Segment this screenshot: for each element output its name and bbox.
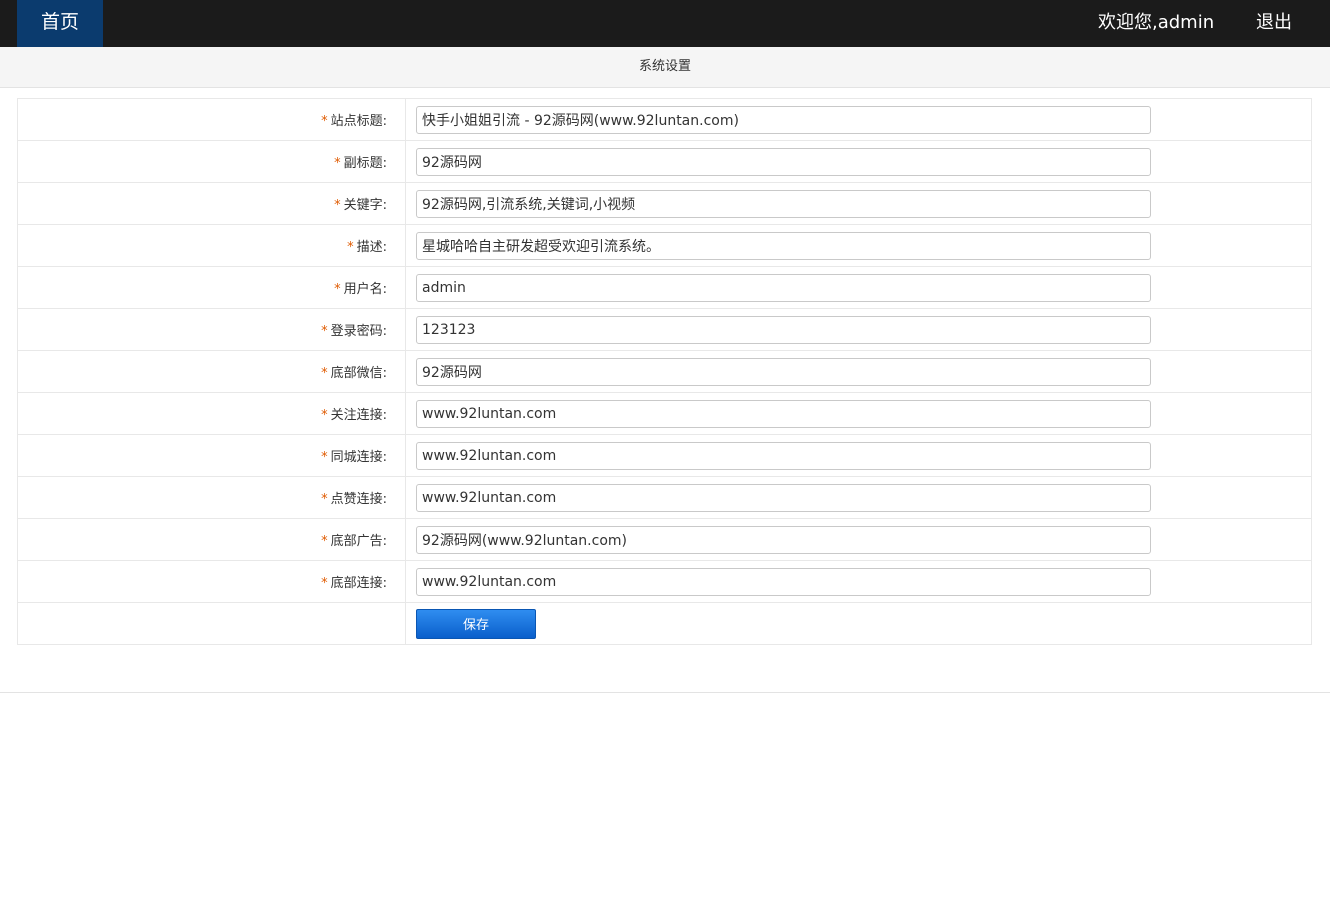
empty-label-cell: [17, 602, 406, 645]
form-row-username: * 用户名:: [17, 266, 1312, 309]
footer-wechat-input[interactable]: [416, 357, 1151, 386]
field-label: * 底部连接:: [17, 560, 406, 603]
keywords-input[interactable]: [416, 189, 1151, 218]
field-label: * 底部微信:: [17, 350, 406, 393]
field-value-cell: [405, 224, 1312, 267]
required-mark: *: [321, 324, 328, 339]
field-label-text: 副标题:: [343, 156, 387, 171]
field-value-cell: [405, 182, 1312, 225]
required-mark: *: [334, 282, 341, 297]
required-mark: *: [321, 492, 328, 507]
username-input[interactable]: [416, 273, 1151, 302]
field-label: * 用户名:: [17, 266, 406, 309]
field-value-cell: [405, 266, 1312, 309]
required-mark: *: [321, 576, 328, 591]
field-label-text: 描述:: [356, 240, 387, 255]
field-value-cell: [405, 518, 1312, 561]
form-row-site-title: * 站点标题:: [17, 98, 1312, 141]
actions-cell: 保存: [405, 602, 1312, 645]
form-row-keywords: * 关键字:: [17, 182, 1312, 225]
footer-link-input[interactable]: [416, 567, 1151, 596]
form-row-subtitle: * 副标题:: [17, 140, 1312, 183]
required-mark: *: [334, 198, 341, 213]
required-mark: *: [321, 366, 328, 381]
required-mark: *: [321, 450, 328, 465]
form-row-footer-wechat: * 底部微信:: [17, 350, 1312, 393]
field-label-text: 底部广告:: [330, 534, 387, 549]
field-label: * 同城连接:: [17, 434, 406, 477]
page-title: 系统设置: [0, 47, 1330, 88]
field-label-text: 底部微信:: [330, 366, 387, 381]
form-row-description: * 描述:: [17, 224, 1312, 267]
field-value-cell: [405, 350, 1312, 393]
field-label-text: 关键字:: [343, 198, 387, 213]
field-label: * 关键字:: [17, 182, 406, 225]
nav-home-tab[interactable]: 首页: [17, 0, 103, 47]
field-value-cell: [405, 98, 1312, 141]
form-row-footer-ad: * 底部广告:: [17, 518, 1312, 561]
subtitle-input[interactable]: [416, 147, 1151, 176]
field-value-cell: [405, 392, 1312, 435]
field-label: * 底部广告:: [17, 518, 406, 561]
field-label-text: 用户名:: [343, 282, 387, 297]
bottom-divider: [0, 692, 1330, 693]
form-row-footer-link: * 底部连接:: [17, 560, 1312, 603]
field-value-cell: [405, 140, 1312, 183]
field-label: * 副标题:: [17, 140, 406, 183]
field-label-text: 登录密码:: [330, 324, 387, 339]
password-input[interactable]: [416, 315, 1151, 344]
local-link-input[interactable]: [416, 441, 1151, 470]
form-row-like-link: * 点赞连接:: [17, 476, 1312, 519]
footer-ad-input[interactable]: [416, 525, 1151, 554]
field-label-text: 同城连接:: [330, 450, 387, 465]
field-label-text: 关注连接:: [330, 408, 387, 423]
like-link-input[interactable]: [416, 483, 1151, 512]
required-mark: *: [347, 240, 354, 255]
form-row-actions: 保存: [17, 602, 1312, 645]
field-label: * 关注连接:: [17, 392, 406, 435]
required-mark: *: [321, 534, 328, 549]
field-label-text: 站点标题:: [330, 114, 387, 129]
save-button[interactable]: 保存: [416, 608, 536, 639]
site-title-input[interactable]: [416, 105, 1151, 134]
field-label-text: 底部连接:: [330, 576, 387, 591]
field-value-cell: [405, 434, 1312, 477]
field-label-text: 点赞连接:: [330, 492, 387, 507]
field-label: * 登录密码:: [17, 308, 406, 351]
field-value-cell: [405, 476, 1312, 519]
settings-form-table: *站点标题: *副标题: *关键字: *描述: *用户名: *登录密码: *底部…: [17, 98, 1312, 645]
form-row-local-link: * 同城连接:: [17, 434, 1312, 477]
form-row-follow-link: * 关注连接:: [17, 392, 1312, 435]
follow-link-input[interactable]: [416, 399, 1151, 428]
required-mark: *: [334, 156, 341, 171]
field-value-cell: [405, 308, 1312, 351]
field-label: * 站点标题:: [17, 98, 406, 141]
description-input[interactable]: [416, 231, 1151, 260]
required-mark: *: [321, 408, 328, 423]
form-row-password: * 登录密码:: [17, 308, 1312, 351]
required-mark: *: [321, 114, 328, 129]
top-nav-bar: 首页 欢迎您,admin 退出: [0, 0, 1330, 47]
welcome-text: 欢迎您,admin: [1098, 12, 1215, 33]
field-value-cell: [405, 560, 1312, 603]
logout-link[interactable]: 退出: [1256, 0, 1292, 47]
field-label: * 描述:: [17, 224, 406, 267]
field-label: * 点赞连接:: [17, 476, 406, 519]
